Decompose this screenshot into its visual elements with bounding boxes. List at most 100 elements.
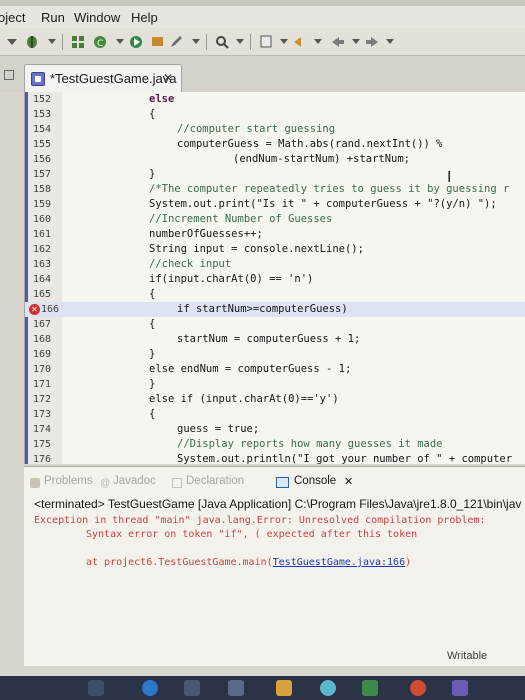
svg-text:C: C [97,39,103,49]
code-line: 159 System.out.print("Is it " + computer… [25,197,525,212]
stacktrace-link[interactable]: TestGuestGame.java:166 [273,557,405,568]
code-line: 175 //Display reports how many guesses i… [25,437,525,452]
code-text: { [149,408,156,420]
code-line: 160 //Increment Number of Guesses [25,212,525,227]
code-editor[interactable]: 152 else 153 { 154 //computer start gues… [24,92,525,464]
status-writable: Writable [447,650,488,662]
chevron-down-icon[interactable] [188,34,204,49]
code-text: } [149,168,156,180]
tab-declaration[interactable]: Declaration [186,475,244,487]
line-number: 173 [33,409,52,420]
console-icon [276,477,289,488]
restore-icon[interactable] [4,70,14,80]
pencil-icon[interactable] [168,34,184,49]
chevron-down-icon[interactable] [112,34,128,49]
code-line: 162 String input = console.nextLine(); [25,242,525,257]
code-line: 173 { [25,407,525,422]
code-line: 168 startNum = computerGuess + 1; [25,332,525,347]
code-line: 153 { [25,107,525,122]
app-icon[interactable] [184,680,200,696]
chevron-down-icon[interactable] [348,34,364,49]
back-icon[interactable] [292,34,308,49]
code-text: numberOfGuesses++; [149,228,263,240]
code-line: 169 } [25,347,525,362]
toolbar: C [0,28,525,56]
annotation-icon[interactable] [258,34,274,49]
chevron-down-icon[interactable] [310,34,326,49]
code-text: startNum = computerGuess + 1; [177,333,361,345]
grid-icon[interactable] [70,34,86,49]
tab-console[interactable]: Console [294,475,336,487]
code-line: 176 System.out.println("I got your numbe… [25,452,525,464]
line-number: 171 [33,379,52,390]
line-number: 157 [33,169,52,180]
tab-problems[interactable]: Problems [44,475,93,487]
java-file-icon [31,72,45,86]
line-number: 163 [33,259,52,270]
tab-testguestgame[interactable]: *TestGuestGame.java ✕ [24,64,182,92]
line-number: 161 [33,229,52,240]
code-line: 161 numberOfGuesses++; [25,227,525,242]
line-number: 176 [33,454,52,464]
code-line-error: ✕ 166 if startNum>=computerGuess) [25,302,525,317]
tab-javadoc[interactable]: Javadoc [113,475,156,487]
new-class-icon[interactable]: C [92,34,108,49]
folder-icon[interactable] [276,680,292,696]
code-line: 155 computerGuess = Math.abs(rand.nextIn… [25,137,525,152]
code-comment: //computer start guessing [177,123,336,135]
menu-bar: oject Run Window Help [0,6,525,28]
menu-run[interactable]: Run [41,10,65,25]
code-text: System.out.print("Is it " + computerGues… [149,198,497,210]
eclipse-icon[interactable] [452,680,468,696]
chat-icon[interactable] [362,680,378,696]
run-icon[interactable] [128,34,144,49]
code-text: guess = true; [177,423,260,435]
error-marker-icon[interactable]: ✕ [29,304,40,315]
menu-help[interactable]: Help [131,10,158,25]
debug-icon[interactable] [24,34,40,49]
code-text: (endNum-startNum) +startNum; [233,153,411,165]
chevron-down-icon[interactable] [382,34,398,49]
line-number: 172 [33,394,52,405]
chevron-down-icon[interactable] [276,34,292,49]
console-syntax-error-line: Syntax error on token "if", ( expected a… [86,529,418,540]
forward-icon[interactable] [364,34,380,49]
edge-icon[interactable] [142,680,158,696]
code-line: 164 if(input.charAt(0) == 'n') [25,272,525,287]
line-number: 167 [33,319,52,330]
close-icon[interactable]: ✕ [344,475,353,488]
chevron-down-icon[interactable] [4,34,20,49]
code-text: else [149,92,174,107]
code-line: 174 guess = true; [25,422,525,437]
code-line: 172 else if (input.charAt(0)=='y') [25,392,525,407]
open-type-icon[interactable] [150,34,166,49]
chevron-down-icon[interactable] [232,34,248,49]
menu-project[interactable]: oject [0,10,25,25]
code-text: { [149,108,156,120]
code-line: 171 } [25,377,525,392]
line-number: 165 [33,289,52,300]
close-icon[interactable]: ✕ [163,71,173,85]
console-terminated-line: <terminated> TestGuestGame [Java Applica… [34,497,522,511]
line-number: 170 [33,364,52,375]
store-icon[interactable] [228,680,244,696]
line-number: 158 [33,184,52,195]
chevron-down-icon[interactable] [44,34,60,49]
editor-tab-bar: *TestGuestGame.java ✕ [0,56,525,92]
code-line: 170 else endNum = computerGuess - 1; [25,362,525,377]
line-number: 164 [33,274,52,285]
chrome-icon[interactable] [410,680,426,696]
line-number: 175 [33,439,52,450]
console-stacktrace-line: at project6.TestGuestGame.main(TestGuest… [86,557,411,568]
code-text: { [149,288,156,300]
search-icon[interactable] [214,34,230,49]
file-explorer-icon[interactable] [88,680,104,696]
menu-window[interactable]: Window [74,10,120,25]
line-number: 162 [33,244,52,255]
k-app-icon[interactable] [320,680,336,696]
back-icon[interactable] [330,34,346,49]
taskbar [0,676,525,700]
code-comment: //check input [149,258,232,270]
code-comment: /*The computer repeatedly tries to guess… [149,183,510,195]
trace-prefix: at project6.TestGuestGame.main( [86,557,273,568]
